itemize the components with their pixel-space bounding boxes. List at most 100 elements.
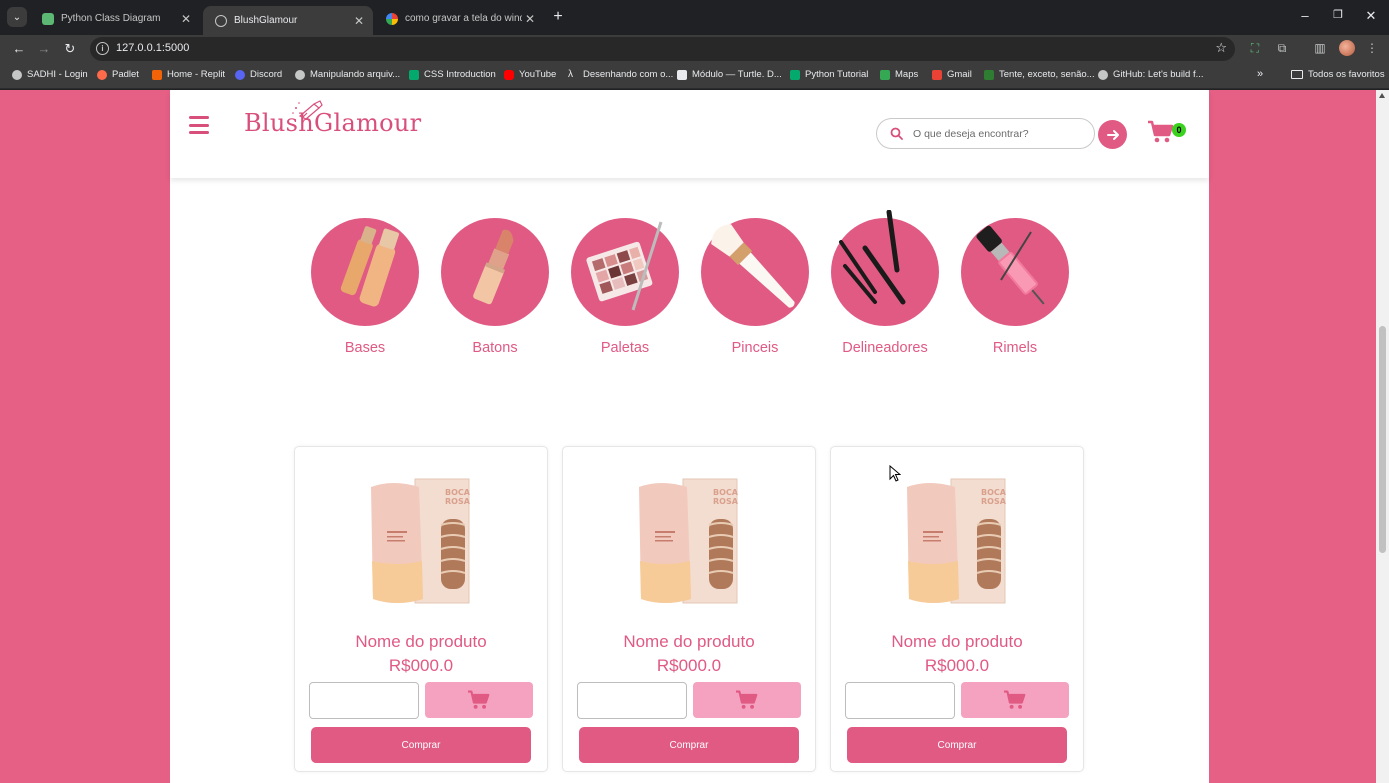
profile-avatar[interactable] xyxy=(1339,40,1355,56)
bookmark-manipulando[interactable]: Manipulando arquiv... xyxy=(295,69,400,80)
hamburger-menu-icon[interactable] xyxy=(189,116,209,134)
category-label: Bases xyxy=(344,340,386,356)
bookmark-youtube[interactable]: YouTube xyxy=(504,69,556,80)
extensions-icon[interactable]: ⧉ xyxy=(1274,41,1290,56)
bookmarks-bar: SADHI - Login Padlet Home - Replit Disco… xyxy=(0,63,1389,89)
close-icon[interactable]: ✕ xyxy=(351,14,367,28)
add-to-cart-button[interactable] xyxy=(425,682,533,718)
tab-google-search[interactable]: como gravar a tela do windows ✕ xyxy=(374,6,544,31)
bookmarks-overflow-button[interactable]: » xyxy=(1257,68,1263,80)
quantity-input[interactable] xyxy=(577,682,687,719)
scroll-up-arrow-icon[interactable] xyxy=(1379,93,1385,98)
page-scrollbar[interactable] xyxy=(1376,90,1389,783)
site-info-icon[interactable]: i xyxy=(96,42,109,55)
svg-text:BOCA: BOCA xyxy=(981,488,1007,497)
bookmark-label: Tente, exceto, senão... xyxy=(999,69,1095,80)
close-icon[interactable]: ✕ xyxy=(178,12,194,26)
search-submit-button[interactable] xyxy=(1098,120,1127,149)
bookmark-label: Manipulando arquiv... xyxy=(310,69,401,80)
foundation-icon xyxy=(340,226,399,307)
bookmark-python-tutorial[interactable]: Python Tutorial xyxy=(790,69,868,80)
site-header: BlushGlamour O que deseja encontrar? 0 xyxy=(170,90,1209,178)
side-panel-icon[interactable]: ▥ xyxy=(1312,41,1328,55)
screen-capture-icon[interactable]: ⛶ xyxy=(1247,41,1263,56)
category-batons[interactable]: Batons xyxy=(441,218,549,356)
search-bar xyxy=(876,118,1095,149)
site-icon xyxy=(984,69,994,80)
url-text[interactable]: 127.0.0.1:5000 xyxy=(116,42,189,54)
tab-python-class-diagram[interactable]: Python Class Diagram ✕ xyxy=(30,6,200,31)
eyeliner-icon xyxy=(839,210,906,305)
bookmark-label: Gmail xyxy=(947,69,972,80)
foundation-product-image: BOCA ROSA xyxy=(907,478,1007,604)
buy-button[interactable]: Comprar xyxy=(579,727,799,763)
buy-button[interactable]: Comprar xyxy=(847,727,1067,763)
category-rimels[interactable]: Rimels xyxy=(961,218,1069,356)
category-image xyxy=(701,218,809,326)
tab-search-button[interactable]: ⌄ xyxy=(7,7,27,27)
address-bar[interactable]: i 127.0.0.1:5000 ☆ xyxy=(90,37,1235,61)
mascara-icon xyxy=(976,225,1045,305)
forward-button[interactable]: → xyxy=(36,41,52,56)
foundation-product-image: BOCA ROSA xyxy=(639,478,739,604)
add-to-cart-button[interactable] xyxy=(961,682,1069,718)
bookmark-replit[interactable]: Home - Replit xyxy=(152,69,225,80)
category-pinceis[interactable]: Pinceis xyxy=(701,218,809,356)
category-paletas[interactable]: Paletas xyxy=(571,218,679,356)
site-logo[interactable]: BlushGlamour xyxy=(244,109,421,137)
buy-button[interactable]: Comprar xyxy=(311,727,531,763)
bookmark-modulo-turtle[interactable]: Módulo — Turtle. D... xyxy=(677,69,782,80)
close-icon[interactable]: ✕ xyxy=(522,12,538,26)
maps-icon xyxy=(880,69,890,80)
diagram-favicon-icon xyxy=(42,12,54,25)
bookmark-star-icon[interactable]: ☆ xyxy=(1215,40,1227,56)
bookmark-tente-exceto[interactable]: Tente, exceto, senão... xyxy=(984,69,1095,80)
product-price: R$000.0 xyxy=(656,656,722,675)
bookmark-padlet[interactable]: Padlet xyxy=(97,69,139,80)
category-image xyxy=(961,218,1069,326)
close-window-button[interactable]: ✕ xyxy=(1361,8,1381,24)
bookmark-sadhi[interactable]: SADHI - Login xyxy=(12,69,88,80)
bookmark-label: Python Tutorial xyxy=(805,69,869,80)
category-bases[interactable]: Bases xyxy=(311,218,419,356)
product-grid: BOCA ROSA Nome do produto R$000.0 Compra… xyxy=(294,446,1086,783)
category-label: Delineadores xyxy=(842,340,928,356)
add-to-cart-button[interactable] xyxy=(693,682,801,718)
minimize-button[interactable]: – xyxy=(1295,8,1315,23)
tab-title: como gravar a tela do windows xyxy=(405,13,522,24)
all-bookmarks-button[interactable]: Todos os favoritos xyxy=(1291,69,1385,80)
back-button[interactable]: ← xyxy=(11,41,27,56)
bookmark-github[interactable]: GitHub: Let's build f... xyxy=(1098,69,1204,80)
brush-icon xyxy=(711,224,795,308)
menu-dots-icon[interactable]: ⋮ xyxy=(1364,41,1380,55)
reload-button[interactable]: ↻ xyxy=(62,41,78,57)
bookmark-maps[interactable]: Maps xyxy=(880,69,918,80)
category-label: Rimels xyxy=(992,340,1038,356)
bookmark-gmail[interactable]: Gmail xyxy=(932,69,972,80)
cart-icon xyxy=(1148,120,1174,143)
discord-icon xyxy=(235,69,245,80)
bookmark-css[interactable]: CSS Introduction xyxy=(409,69,496,80)
globe-icon xyxy=(215,14,227,27)
palette-icon xyxy=(586,221,663,311)
restore-button[interactable]: ❐ xyxy=(1328,8,1348,21)
search-input[interactable] xyxy=(913,125,1083,143)
product-name: Nome do produto xyxy=(623,632,755,651)
tab-blushglamour[interactable]: BlushGlamour ✕ xyxy=(203,6,373,35)
w3schools-icon xyxy=(409,69,419,80)
product-price: R$000.0 xyxy=(924,656,990,675)
bookmark-discord[interactable]: Discord xyxy=(235,69,282,80)
bookmark-desenhando[interactable]: λ Desenhando com o... xyxy=(568,69,673,80)
browser-toolbar: ← → ↻ i 127.0.0.1:5000 ☆ ⛶ ⧉ ▥ ⋮ xyxy=(0,35,1389,63)
medium-icon xyxy=(677,69,687,80)
bookmark-label: YouTube xyxy=(519,69,557,80)
new-tab-button[interactable]: + xyxy=(549,8,567,26)
quantity-input[interactable] xyxy=(845,682,955,719)
scrollbar-thumb[interactable] xyxy=(1379,326,1386,553)
svg-text:ROSA: ROSA xyxy=(713,497,739,506)
category-delineadores[interactable]: Delineadores xyxy=(831,210,939,356)
product-card: BOCA ROSA Nome do produto R$000.0 Compra… xyxy=(830,446,1084,772)
bookmark-label: CSS Introduction xyxy=(424,69,496,80)
quantity-input[interactable] xyxy=(309,682,419,719)
arrow-right-icon: → xyxy=(37,41,51,56)
